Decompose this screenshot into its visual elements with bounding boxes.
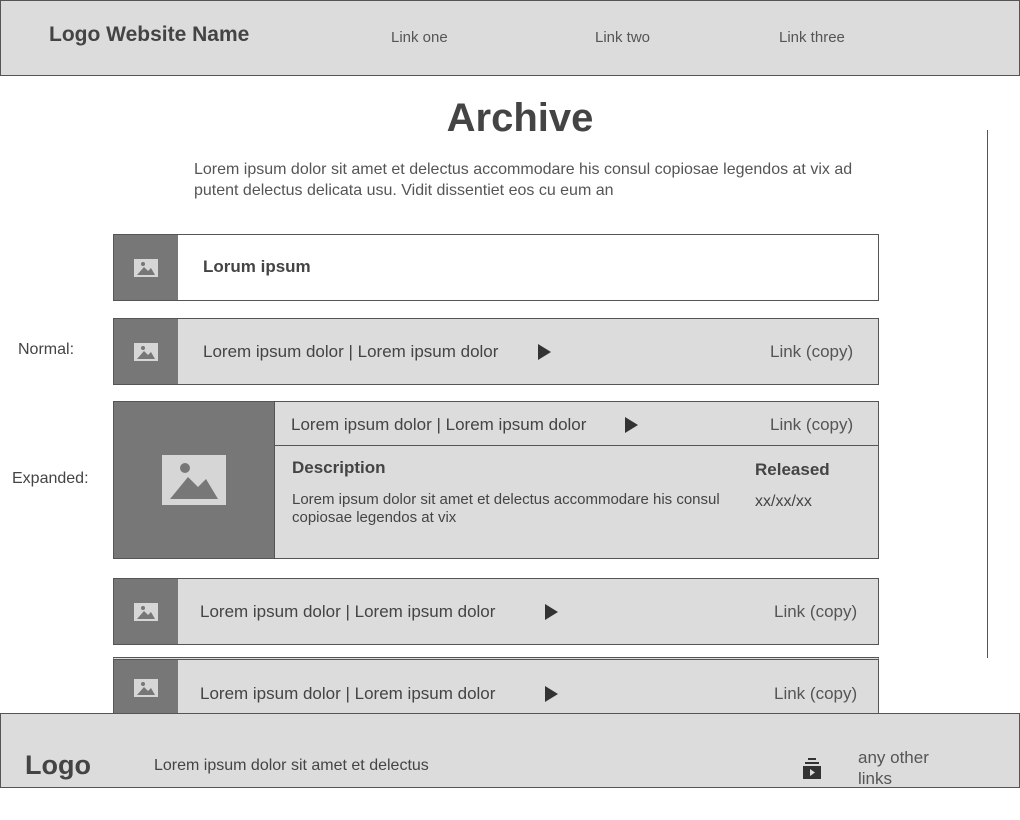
footer-logo[interactable]: Logo bbox=[25, 750, 91, 781]
nav-link-two[interactable]: Link two bbox=[595, 29, 650, 46]
image-icon-container bbox=[114, 579, 178, 644]
scrollbar-track[interactable] bbox=[987, 130, 988, 658]
page-intro: Lorem ipsum dolor sit amet et delectus a… bbox=[194, 161, 853, 199]
list-item-title: Lorem ipsum dolor | Lorem ipsum dolor bbox=[203, 342, 499, 361]
image-icon-container bbox=[114, 660, 178, 716]
list-item[interactable]: Lorem ipsum dolor | Lorem ipsum dolor Li… bbox=[113, 657, 879, 717]
released-heading: Released bbox=[755, 460, 830, 479]
copy-link[interactable]: Link (copy) bbox=[774, 602, 857, 622]
list-item-title: Lorem ipsum dolor | Lorem ipsum dolor bbox=[200, 684, 496, 703]
label-expanded: Expanded: bbox=[12, 470, 89, 487]
play-icon[interactable] bbox=[545, 604, 558, 620]
list-item[interactable]: Lorem ipsum dolor | Lorem ipsum dolor Li… bbox=[113, 578, 879, 645]
image-icon-container bbox=[114, 235, 178, 300]
description-heading: Description bbox=[292, 458, 386, 477]
list-header-row: Lorum ipsum bbox=[113, 234, 879, 301]
site-footer: Logo Lorem ipsum dolor sit amet et delec… bbox=[0, 713, 1020, 788]
play-icon[interactable] bbox=[538, 344, 551, 360]
site-header: Logo Website Name Link one Link two Link… bbox=[0, 0, 1020, 76]
image-icon bbox=[134, 602, 158, 621]
copy-link[interactable]: Link (copy) bbox=[770, 415, 853, 435]
divider bbox=[275, 445, 879, 446]
play-icon[interactable] bbox=[625, 417, 638, 433]
list-item-normal[interactable]: Lorem ipsum dolor | Lorem ipsum dolor Li… bbox=[113, 318, 879, 385]
copy-link[interactable]: Link (copy) bbox=[774, 684, 857, 704]
list-header-title: Lorum ipsum bbox=[203, 257, 311, 276]
footer-other-links[interactable]: any other links bbox=[858, 747, 958, 789]
footer-text: Lorem ipsum dolor sit amet et delectus bbox=[154, 757, 429, 774]
list-item-title: Lorem ipsum dolor | Lorem ipsum dolor bbox=[291, 415, 587, 434]
image-icon bbox=[134, 258, 158, 277]
image-icon-container bbox=[114, 402, 275, 558]
nav-link-three[interactable]: Link three bbox=[779, 29, 845, 46]
label-normal: Normal: bbox=[18, 341, 75, 358]
list-item-expanded[interactable]: Lorem ipsum dolor | Lorem ipsum dolor Li… bbox=[113, 401, 879, 559]
link-icon[interactable] bbox=[803, 758, 821, 780]
image-icon bbox=[162, 455, 226, 505]
page-title: Archive bbox=[446, 96, 594, 140]
released-value: xx/xx/xx bbox=[755, 493, 812, 510]
site-brand[interactable]: Logo Website Name bbox=[49, 23, 249, 47]
image-icon bbox=[134, 679, 158, 697]
play-icon[interactable] bbox=[545, 686, 558, 702]
description-text: Lorem ipsum dolor sit amet et delectus a… bbox=[292, 491, 720, 526]
list-item-title: Lorem ipsum dolor | Lorem ipsum dolor bbox=[200, 602, 496, 621]
copy-link[interactable]: Link (copy) bbox=[770, 342, 853, 362]
image-icon bbox=[134, 342, 158, 361]
image-icon-container bbox=[114, 319, 178, 384]
nav-link-one[interactable]: Link one bbox=[391, 29, 448, 46]
